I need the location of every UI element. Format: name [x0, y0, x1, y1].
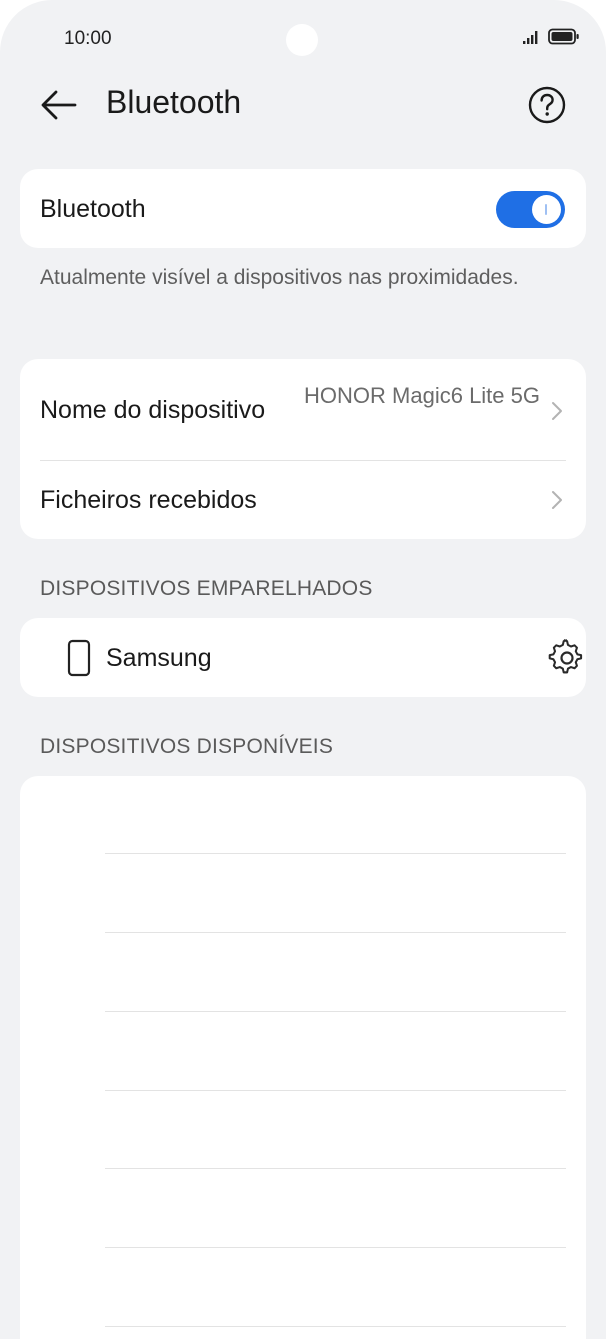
paired-devices-heading: DISPOSITIVOS EMPARELHADOS — [40, 577, 373, 600]
list-divider — [105, 1168, 566, 1169]
paired-device-item[interactable]: Samsung — [20, 618, 586, 697]
list-divider — [105, 1326, 566, 1327]
phone-icon — [67, 639, 91, 677]
received-files-row[interactable]: Ficheiros recebidos — [20, 461, 586, 539]
device-settings-button[interactable] — [547, 638, 587, 678]
chevron-right-icon — [552, 491, 562, 509]
arrow-left-icon — [41, 90, 77, 120]
bluetooth-toggle[interactable] — [496, 191, 565, 228]
list-divider — [105, 853, 566, 854]
received-files-label: Ficheiros recebidos — [40, 486, 257, 514]
bluetooth-label: Bluetooth — [40, 195, 146, 223]
chevron-right-icon — [552, 402, 562, 420]
list-divider — [105, 1011, 566, 1012]
help-icon — [528, 86, 566, 124]
paired-device-name: Samsung — [106, 644, 212, 672]
battery-icon — [548, 28, 579, 45]
list-divider — [105, 1247, 566, 1248]
back-button[interactable] — [38, 88, 80, 122]
settings-card: Nome do dispositivo HONOR Magic6 Lite 5G… — [20, 359, 586, 539]
app-header: Bluetooth — [0, 80, 606, 130]
available-devices-list — [20, 776, 586, 1339]
status-bar: 10:00 — [0, 0, 606, 80]
device-name-row[interactable]: Nome do dispositivo HONOR Magic6 Lite 5G — [20, 359, 586, 460]
list-divider — [105, 932, 566, 933]
list-divider — [105, 1090, 566, 1091]
device-name-value: HONOR Magic6 Lite 5G — [304, 383, 540, 408]
status-icons — [522, 28, 580, 45]
help-button[interactable] — [527, 85, 567, 125]
device-name-label: Nome do dispositivo — [40, 396, 266, 424]
available-devices-heading: DISPOSITIVOS DISPONÍVEIS — [40, 735, 334, 758]
bluetooth-toggle-card: Bluetooth — [20, 169, 586, 248]
gear-icon — [548, 639, 583, 674]
toggle-knob — [532, 195, 561, 224]
front-camera — [286, 24, 318, 56]
status-time: 10:00 — [64, 28, 112, 49]
visibility-description: Atualmente visível a dispositivos nas pr… — [40, 266, 519, 289]
signal-icon — [523, 30, 538, 44]
phone-screen: 10:00 Bluetooth Bluetooth Atualmente vis… — [0, 0, 606, 1339]
page-title: Bluetooth — [106, 84, 242, 120]
